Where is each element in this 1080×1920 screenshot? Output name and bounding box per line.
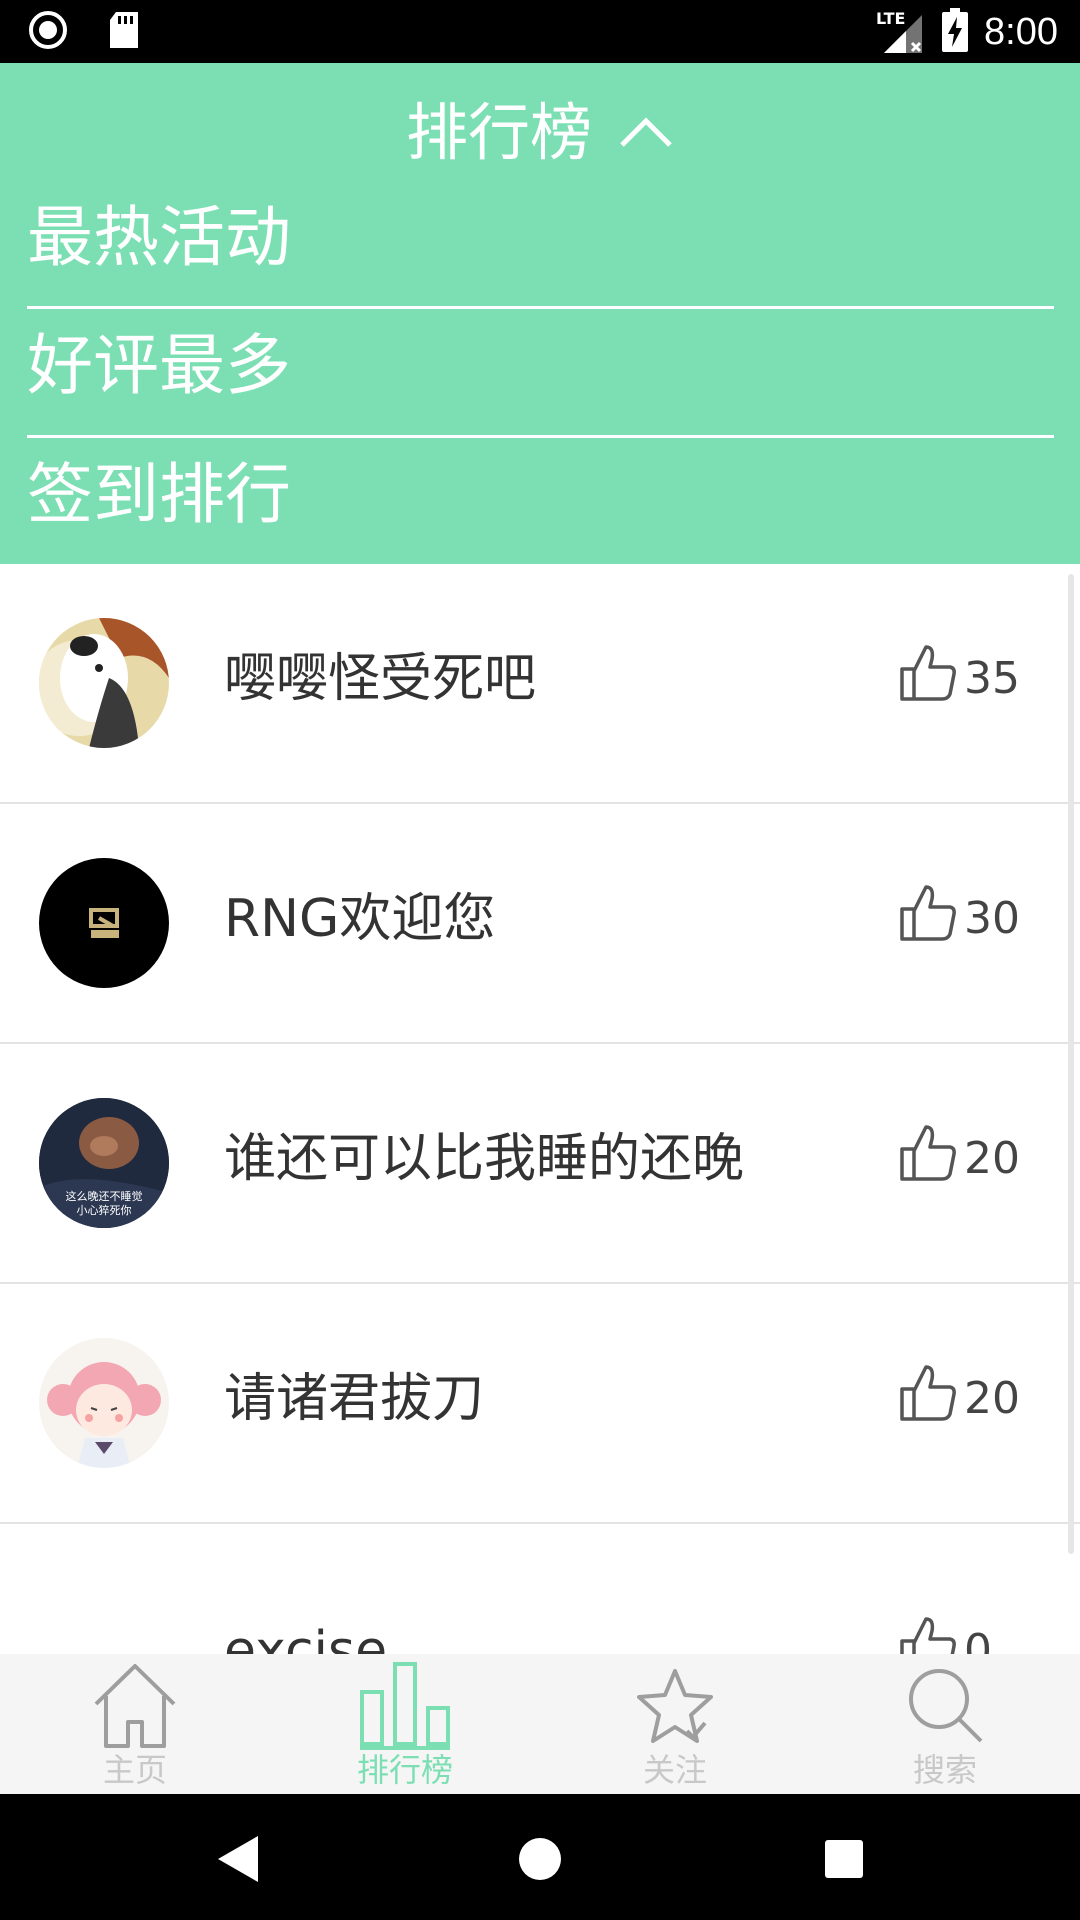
page-title: 排行榜 — [405, 96, 592, 169]
status-bar: LTE 8:00 — [0, 0, 1080, 63]
rng-logo-avatar — [39, 858, 169, 988]
thumbs-up-icon — [898, 883, 958, 954]
list-item[interactable]: RNG欢迎您 30 — [0, 804, 1080, 1044]
thumbs-up-icon — [898, 1123, 958, 1194]
meme-photo-avatar: 这么晚还不睡觉 小心猝死你 — [39, 1098, 169, 1228]
home-circle-icon — [519, 1838, 561, 1880]
home-button[interactable] — [510, 1829, 570, 1889]
like-count-value: 0 — [964, 1624, 992, 1655]
user-name: RNG欢迎您 — [224, 889, 496, 949]
like-count-value: 35 — [964, 652, 1020, 704]
user-name: 谁还可以比我睡的还晚 — [224, 1129, 745, 1189]
avatar-caption: 这么晚还不睡觉 小心猝死你 — [65, 1190, 143, 1217]
like-count[interactable]: 35 — [898, 644, 1020, 710]
battery-charging-icon — [942, 8, 969, 56]
recents-button[interactable] — [814, 1829, 874, 1889]
list-item[interactable]: 请诸君拔刀 20 — [0, 1284, 1080, 1524]
header-title-toggle[interactable]: 排行榜 — [0, 93, 1080, 173]
status-time: 8:00 — [984, 11, 1058, 53]
nav-label: 主页 — [102, 1751, 167, 1789]
thumbs-up-icon — [898, 1363, 958, 1434]
star-icon — [635, 1660, 715, 1750]
list-item[interactable]: 嘤嘤怪受死吧 35 — [0, 564, 1080, 804]
list-item[interactable]: 这么晚还不睡觉 小心猝死你 谁还可以比我睡的还晚 20 — [0, 1044, 1080, 1284]
back-icon — [218, 1836, 258, 1882]
nav-item-search[interactable]: 搜索 — [810, 1654, 1080, 1794]
like-count-value: 20 — [964, 1132, 1020, 1184]
system-nav-bar — [0, 1794, 1080, 1920]
list-item[interactable]: excise 0 — [0, 1524, 1080, 1654]
bottom-nav: 主页 排行榜 关注 搜索 — [0, 1654, 1080, 1794]
user-name: excise — [224, 1621, 388, 1654]
nav-item-ranking[interactable]: 排行榜 — [270, 1654, 540, 1794]
like-count-value: 20 — [964, 1372, 1020, 1424]
menu-item-hottest[interactable]: 最热活动 — [27, 193, 1054, 283]
like-count[interactable]: 0 — [898, 1615, 992, 1655]
like-count[interactable]: 30 — [898, 884, 1020, 950]
menu-divider — [27, 306, 1054, 309]
anime-girl-avatar — [39, 1338, 169, 1468]
sd-card-icon — [108, 10, 140, 54]
nav-item-home[interactable]: 主页 — [0, 1654, 270, 1794]
back-button[interactable] — [208, 1829, 268, 1889]
chevron-up-icon — [618, 111, 674, 155]
list-scrollbar[interactable] — [1068, 574, 1074, 1554]
user-name: 嘤嘤怪受死吧 — [224, 649, 537, 709]
screen: LTE 8:00 排行榜 最热活动 好评最多 签到排行 嘤嘤怪受死吧 35 RN… — [0, 0, 1080, 1920]
nav-item-follow[interactable]: 关注 — [540, 1654, 810, 1794]
ranking-list[interactable]: 嘤嘤怪受死吧 35 RNG欢迎您 30 这么晚还不睡觉 小心猝死你 谁还可以比我… — [0, 564, 1080, 1654]
signal-icon: LTE — [876, 9, 926, 55]
search-icon — [905, 1660, 985, 1750]
recents-icon — [825, 1840, 863, 1878]
like-count[interactable]: 20 — [898, 1124, 1020, 1190]
menu-item-top-rated[interactable]: 好评最多 — [27, 321, 1054, 411]
nav-label: 关注 — [642, 1751, 707, 1789]
ranking-header: 排行榜 最热活动 好评最多 签到排行 — [0, 63, 1080, 564]
like-count[interactable]: 20 — [898, 1364, 1020, 1430]
thumbs-up-icon — [898, 643, 958, 714]
home-icon — [90, 1660, 180, 1750]
panda-bear-avatar — [39, 618, 169, 748]
record-icon — [28, 10, 68, 54]
menu-divider — [27, 435, 1054, 438]
nav-label: 搜索 — [912, 1751, 977, 1789]
thumbs-up-icon — [898, 1615, 958, 1654]
bar-chart-icon — [360, 1660, 450, 1750]
menu-item-checkin-ranking[interactable]: 签到排行 — [27, 450, 1054, 540]
nav-label: 排行榜 — [356, 1751, 453, 1789]
like-count-value: 30 — [964, 892, 1020, 944]
user-name: 请诸君拔刀 — [224, 1369, 485, 1429]
